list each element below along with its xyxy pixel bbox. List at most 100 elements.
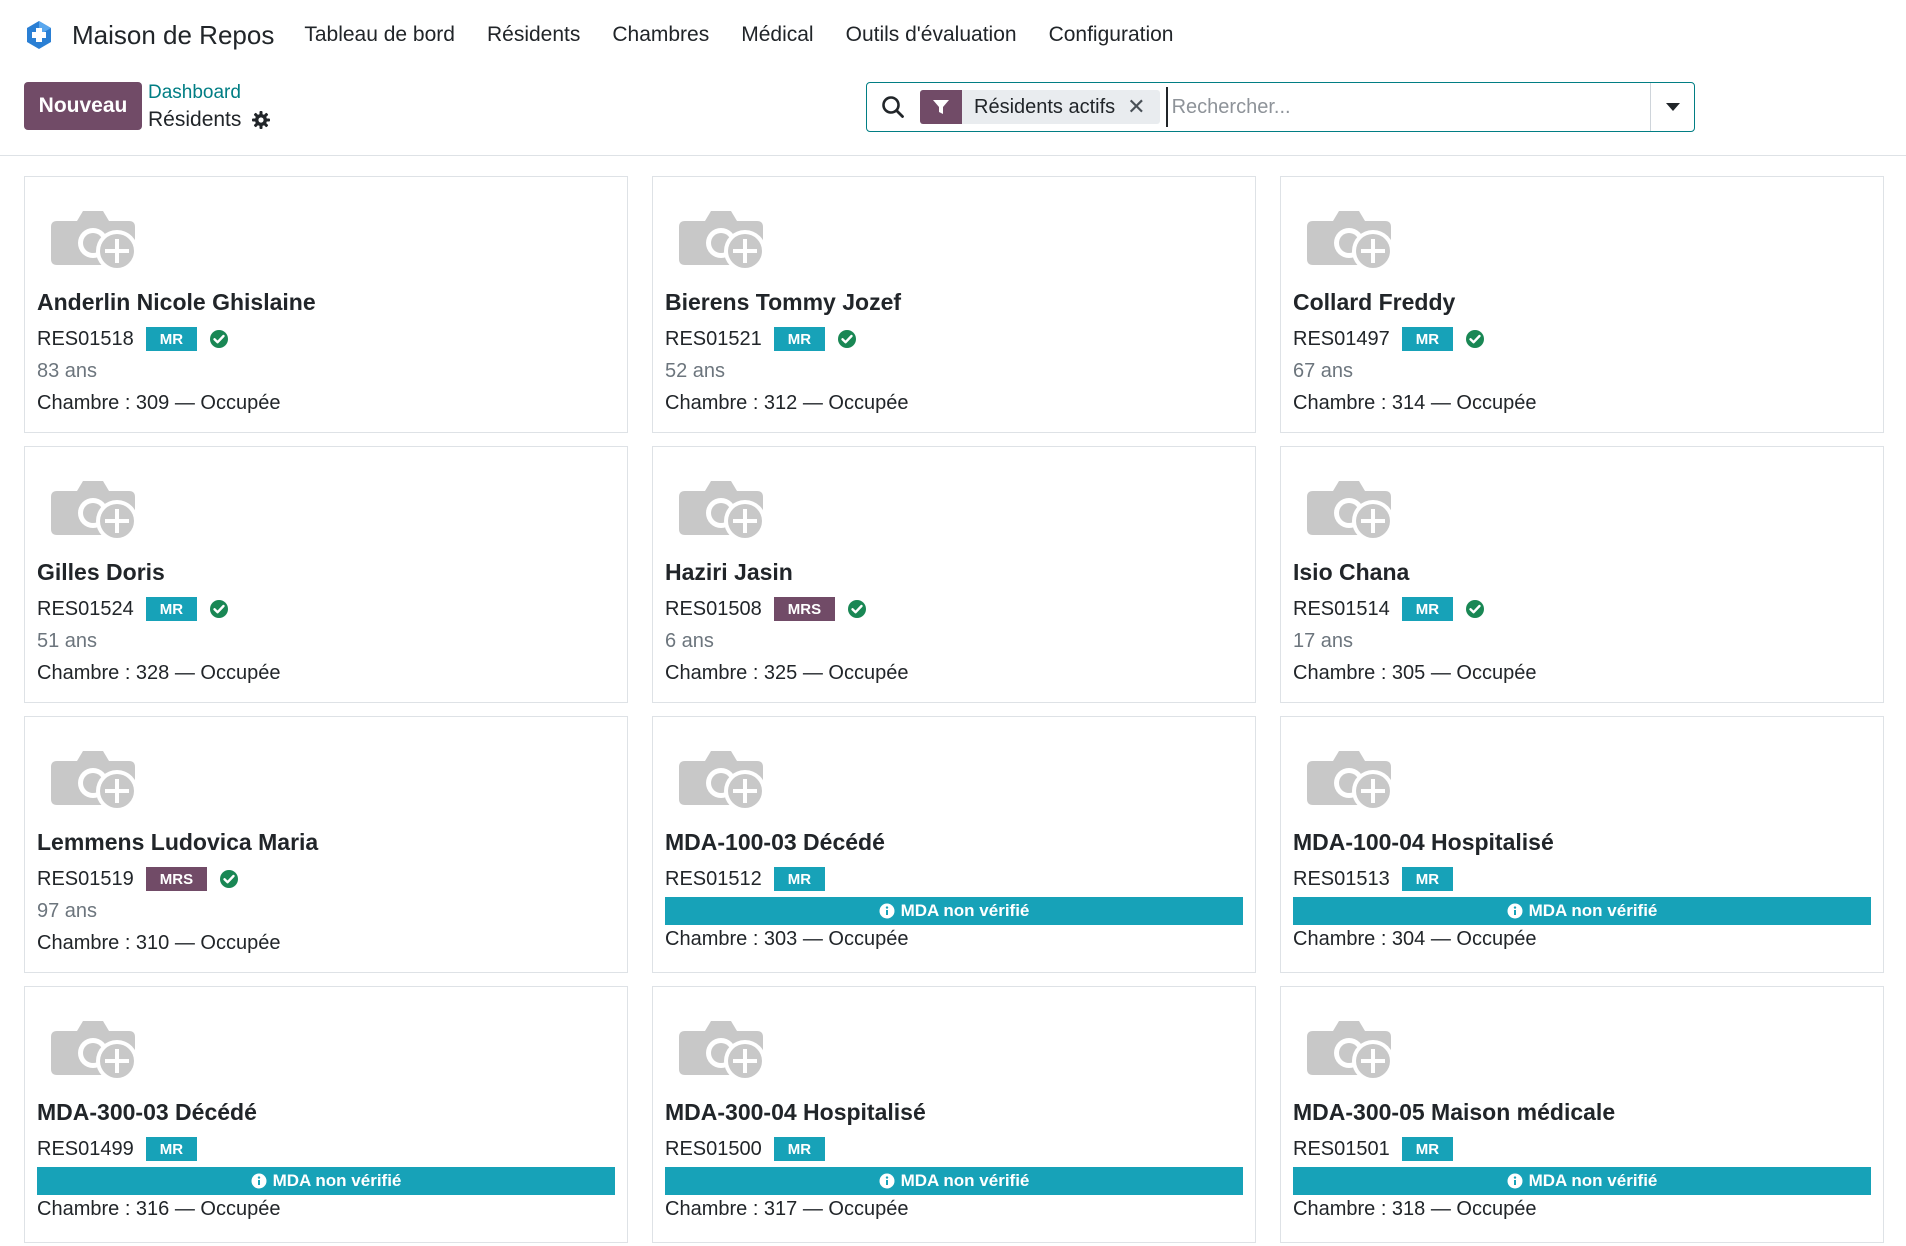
resident-name: MDA-300-03 Décédé	[37, 1099, 257, 1125]
breadcrumb-current: Résidents	[148, 108, 271, 132]
mda-status-label: MDA non vérifié	[1528, 901, 1658, 920]
resident-card[interactable]: MDA-300-04 Hospitalisé RES01500 MR MDA n…	[652, 986, 1256, 1243]
add-photo-icon[interactable]	[1305, 1013, 1399, 1083]
resident-room: Chambre : 314 — Occupée	[1293, 392, 1537, 414]
resident-card[interactable]: MDA-100-04 Hospitalisé RES01513 MR MDA n…	[1280, 716, 1884, 973]
menu-item-outils-evaluation[interactable]: Outils d'évaluation	[846, 23, 1017, 47]
info-icon	[251, 1173, 267, 1189]
resident-ref: RES01519	[37, 867, 134, 890]
info-icon	[879, 903, 895, 919]
resident-name: Gilles Doris	[37, 559, 165, 585]
resident-room: Chambre : 305 — Occupée	[1293, 662, 1537, 684]
resident-card[interactable]: Gilles Doris RES01524 MR 51 ans Chambre :…	[24, 446, 628, 703]
resident-room: Chambre : 309 — Occupée	[37, 392, 281, 414]
filter-icon	[920, 90, 962, 124]
resident-age: 97 ans	[37, 900, 98, 922]
new-button[interactable]: Nouveau	[24, 82, 142, 130]
check-circle-icon	[220, 870, 239, 888]
menu-item-medical[interactable]: Médical	[741, 23, 813, 47]
add-photo-icon[interactable]	[49, 203, 143, 273]
search-options-toggle[interactable]	[1650, 83, 1694, 131]
mda-status-bar: MDA non vérifié	[665, 897, 1243, 925]
add-photo-icon[interactable]	[1305, 743, 1399, 813]
resident-name: Collard Freddy	[1293, 289, 1456, 315]
add-photo-icon[interactable]	[677, 743, 771, 813]
resident-ref-line: RES01512 MR	[665, 867, 826, 891]
resident-ref-line: RES01500 MR	[665, 1137, 826, 1161]
resident-ref-line: RES01519 MRS	[37, 867, 239, 891]
resident-name: Haziri Jasin	[665, 559, 793, 585]
resident-name: MDA-300-04 Hospitalisé	[665, 1099, 926, 1125]
add-photo-icon[interactable]	[677, 203, 771, 273]
resident-room: Chambre : 316 — Occupée	[37, 1198, 281, 1220]
add-photo-icon[interactable]	[677, 1013, 771, 1083]
resident-card[interactable]: Collard Freddy RES01497 MR 67 ans Chambre…	[1280, 176, 1884, 433]
facet-close-icon[interactable]: ✕	[1127, 94, 1159, 120]
check-circle-icon	[848, 600, 867, 618]
resident-card[interactable]: MDA-100-03 Décédé RES01512 MR MDA non vé…	[652, 716, 1256, 973]
resident-name: Lemmens Ludovica Maria	[37, 829, 319, 855]
category-badge: MR	[1401, 1137, 1454, 1161]
mda-status-label: MDA non vérifié	[1528, 1171, 1658, 1190]
resident-ref-line: RES01497 MR	[1293, 327, 1485, 351]
add-photo-icon[interactable]	[49, 743, 143, 813]
category-badge: MRS	[773, 597, 836, 621]
resident-card[interactable]: Anderlin Nicole Ghislaine RES01518 MR 83…	[24, 176, 628, 433]
info-icon	[1507, 903, 1523, 919]
resident-card[interactable]: Haziri Jasin RES01508 MRS 6 ans Chambre :…	[652, 446, 1256, 703]
page-title: Résidents	[148, 108, 242, 131]
resident-age: 52 ans	[665, 360, 726, 382]
resident-room: Chambre : 303 — Occupée	[665, 928, 909, 950]
main-menu: Tableau de bord Résidents Chambres Médic…	[304, 23, 1205, 47]
resident-ref-line: RES01518 MR	[37, 327, 229, 351]
resident-age: 6 ans	[665, 630, 714, 652]
category-badge: MRS	[145, 867, 208, 891]
app-logo-icon[interactable]	[24, 20, 54, 50]
resident-ref: RES01501	[1293, 1137, 1390, 1160]
check-circle-icon	[1466, 600, 1485, 618]
search-input[interactable]	[1165, 87, 1650, 127]
resident-age: 51 ans	[37, 630, 98, 652]
mda-status-label: MDA non vérifié	[900, 1171, 1030, 1190]
category-badge: MR	[773, 867, 826, 891]
resident-card[interactable]: Bierens Tommy Jozef RES01521 MR 52 ans Ch…	[652, 176, 1256, 433]
resident-ref: RES01512	[665, 867, 762, 890]
resident-room: Chambre : 318 — Occupée	[1293, 1198, 1537, 1220]
resident-card[interactable]: MDA-300-05 Maison médicale RES01501 MR M…	[1280, 986, 1884, 1243]
menu-item-residents[interactable]: Résidents	[487, 23, 580, 47]
resident-room: Chambre : 310 — Occupée	[37, 932, 281, 954]
search-bar: Résidents actifs ✕	[866, 82, 1695, 132]
resident-ref-line: RES01513 MR	[1293, 867, 1454, 891]
resident-ref: RES01497	[1293, 327, 1390, 350]
category-badge: MR	[1401, 327, 1454, 351]
resident-name: Anderlin Nicole Ghislaine	[37, 289, 316, 315]
app-name[interactable]: Maison de Repos	[72, 20, 274, 51]
resident-age: 83 ans	[37, 360, 98, 382]
mda-status-label: MDA non vérifié	[272, 1171, 402, 1190]
menu-item-chambres[interactable]: Chambres	[612, 23, 709, 47]
breadcrumb-dashboard[interactable]: Dashboard	[148, 82, 241, 104]
resident-ref: RES01518	[37, 327, 134, 350]
menu-item-configuration[interactable]: Configuration	[1049, 23, 1174, 47]
mda-status-bar: MDA non vérifié	[665, 1167, 1243, 1195]
check-circle-icon	[210, 330, 229, 348]
category-badge: MR	[145, 597, 198, 621]
resident-name: MDA-100-03 Décédé	[665, 829, 885, 855]
gear-icon[interactable]	[251, 110, 271, 130]
mda-status-label: MDA non vérifié	[900, 901, 1030, 920]
resident-age: 17 ans	[1293, 630, 1354, 652]
search-icon[interactable]	[880, 94, 906, 120]
menu-item-tableau-de-bord[interactable]: Tableau de bord	[304, 23, 455, 47]
resident-card[interactable]: MDA-300-03 Décédé RES01499 MR MDA non vé…	[24, 986, 628, 1243]
resident-ref-line: RES01521 MR	[665, 327, 857, 351]
add-photo-icon[interactable]	[49, 1013, 143, 1083]
check-circle-icon	[210, 600, 229, 618]
add-photo-icon[interactable]	[49, 473, 143, 543]
resident-card[interactable]: Lemmens Ludovica Maria RES01519 MRS 97 a…	[24, 716, 628, 973]
add-photo-icon[interactable]	[677, 473, 771, 543]
resident-ref: RES01521	[665, 327, 762, 350]
add-photo-icon[interactable]	[1305, 203, 1399, 273]
add-photo-icon[interactable]	[1305, 473, 1399, 543]
resident-card[interactable]: Isio Chana RES01514 MR 17 ans Chambre : 3…	[1280, 446, 1884, 703]
resident-room: Chambre : 304 — Occupée	[1293, 928, 1537, 950]
